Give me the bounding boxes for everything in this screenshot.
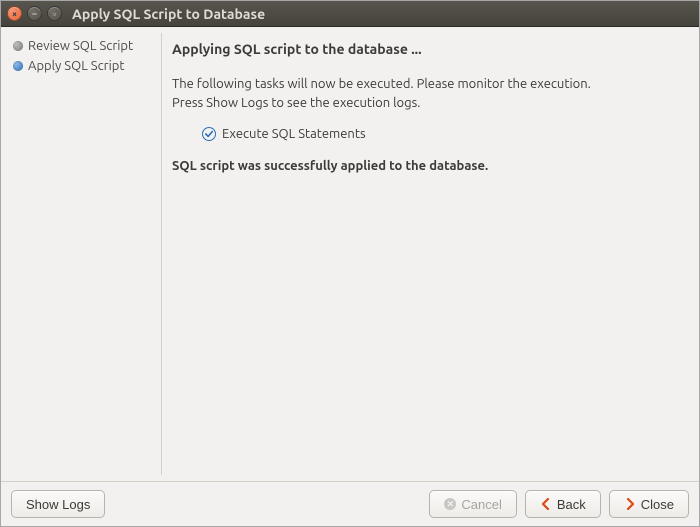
page-heading: Applying SQL script to the database ...	[172, 41, 681, 57]
wizard-step-apply: Apply SQL Script	[13, 59, 153, 73]
step-bullet-icon	[13, 41, 23, 51]
cancel-icon: ✕	[444, 498, 456, 510]
titlebar: × – ▫ Apply SQL Script to Database	[1, 1, 699, 27]
window-title: Apply SQL Script to Database	[72, 6, 693, 22]
chevron-left-icon	[540, 498, 552, 510]
back-button[interactable]: Back	[525, 490, 601, 518]
description-line: The following tasks will now be executed…	[172, 77, 591, 91]
minimize-window-icon[interactable]: –	[27, 6, 42, 21]
description-text: The following tasks will now be executed…	[172, 75, 681, 113]
step-bullet-icon	[13, 61, 23, 71]
maximize-window-icon[interactable]: ▫	[47, 6, 62, 21]
wizard-step-label: Review SQL Script	[28, 39, 133, 53]
button-label: Close	[641, 497, 674, 512]
main-panel: Applying SQL script to the database ... …	[162, 27, 699, 481]
button-label: Show Logs	[26, 497, 90, 512]
window-controls: × – ▫	[7, 6, 62, 21]
success-message: SQL script was successfully applied to t…	[172, 159, 681, 173]
show-logs-button[interactable]: Show Logs	[11, 490, 105, 518]
cancel-button: ✕ Cancel	[429, 490, 516, 518]
description-line: Press Show Logs to see the execution log…	[172, 96, 420, 110]
dialog-window: × – ▫ Apply SQL Script to Database Revie…	[0, 0, 700, 527]
wizard-sidebar: Review SQL Script Apply SQL Script	[1, 27, 161, 481]
task-row: Execute SQL Statements	[202, 127, 681, 141]
close-button[interactable]: Close	[609, 490, 689, 518]
dialog-body: Review SQL Script Apply SQL Script Apply…	[1, 27, 699, 481]
wizard-step-label: Apply SQL Script	[28, 59, 124, 73]
button-label: Cancel	[461, 497, 501, 512]
button-bar: Show Logs ✕ Cancel Back Close	[1, 481, 699, 526]
close-window-icon[interactable]: ×	[7, 6, 22, 21]
task-label: Execute SQL Statements	[222, 127, 366, 141]
check-circle-icon	[202, 127, 216, 141]
wizard-step-review: Review SQL Script	[13, 39, 153, 53]
chevron-right-icon	[624, 498, 636, 510]
button-label: Back	[557, 497, 586, 512]
